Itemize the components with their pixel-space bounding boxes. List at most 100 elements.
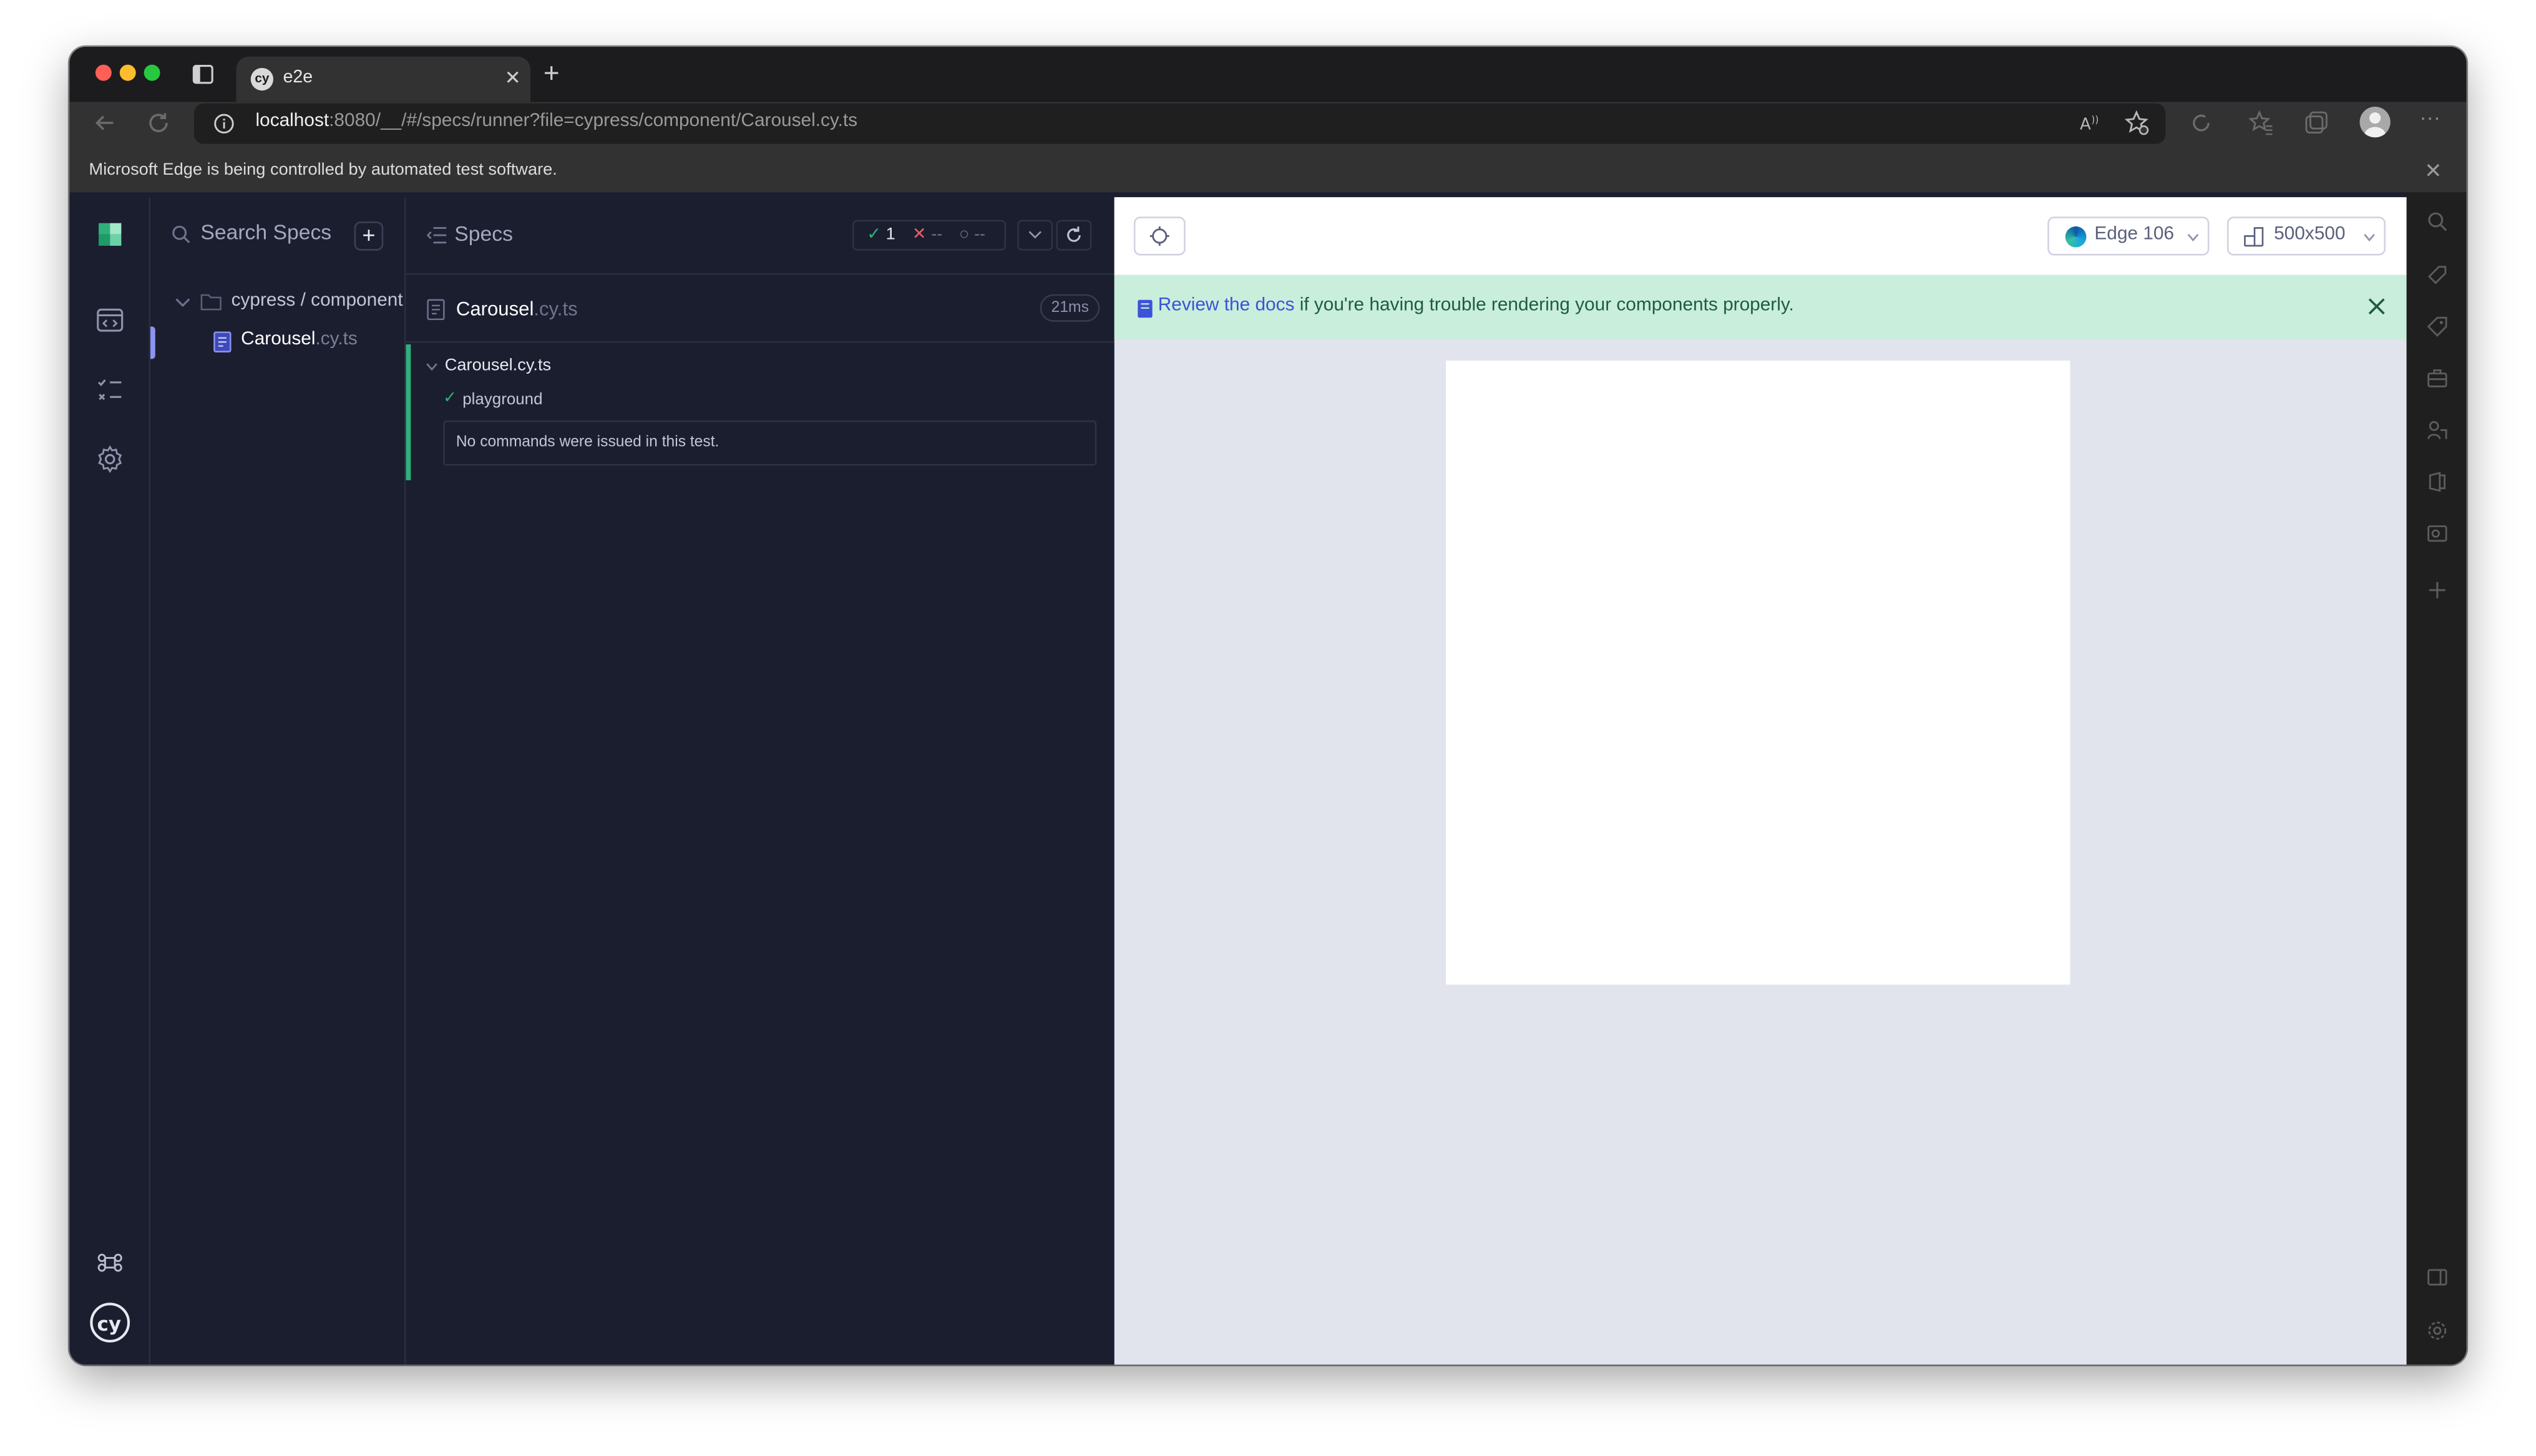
tab-actions-icon[interactable]	[192, 65, 213, 84]
chevron-down-icon	[2187, 233, 2199, 242]
sidebar-tag-icon[interactable]	[2426, 315, 2449, 337]
settings-icon[interactable]	[95, 445, 125, 474]
failed-count: ✕ --	[912, 225, 943, 244]
runs-icon[interactable]	[95, 306, 125, 335]
sidebar-hide-icon[interactable]	[2426, 1266, 2449, 1288]
specs-panel: Search Specs + cypress / component Carou…	[150, 197, 406, 1365]
component-mount-viewport	[1446, 360, 2070, 985]
tab-strip: cy e2e ✕ +	[69, 47, 2467, 102]
fail-icon: ✕	[912, 225, 927, 245]
sidebar-search-icon[interactable]	[2426, 210, 2449, 233]
spec-title-ext: .cy.ts	[534, 297, 578, 321]
favorites-icon[interactable]	[2248, 110, 2274, 135]
read-aloud-icon[interactable]: A ))	[2078, 110, 2104, 135]
close-icon[interactable]	[2366, 296, 2387, 317]
chevron-down-icon[interactable]	[426, 362, 439, 372]
svg-text:cy: cy	[97, 1313, 122, 1336]
spec-title: Carousel.cy.ts	[456, 298, 578, 320]
left-nav: cy	[69, 197, 151, 1365]
reload-icon[interactable]	[145, 110, 171, 135]
specs-list-icon[interactable]	[95, 375, 125, 404]
spec-name: Carousel	[241, 329, 316, 349]
url-path: :8080/__/#/specs/runner?file=cypress/com…	[329, 111, 858, 131]
browser-tab[interactable]: cy e2e ✕	[236, 56, 531, 102]
edge-browser-icon	[2065, 226, 2087, 248]
sidebar-settings-icon[interactable]	[2426, 1319, 2449, 1342]
tab-close-icon[interactable]: ✕	[505, 66, 521, 89]
no-commands-message: No commands were issued in this test.	[443, 420, 1097, 466]
spec-title-row: Carousel.cy.ts 21ms	[406, 275, 1114, 343]
edge-sidebar	[2406, 192, 2467, 1365]
infobar-close-icon[interactable]: ✕	[2424, 158, 2442, 184]
browser-toolbar: localhost:8080/__/#/specs/runner?file=cy…	[69, 102, 2467, 193]
url-host: localhost	[255, 111, 329, 131]
address-bar[interactable]: localhost:8080/__/#/specs/runner?file=cy…	[194, 103, 2166, 144]
viewport-label: 500x500	[2274, 225, 2346, 245]
specs-toggle-label[interactable]: Specs	[454, 221, 513, 246]
viewport-icon	[2244, 227, 2264, 247]
aut-header: Edge 106 500x500	[1114, 197, 2407, 275]
expand-collapse-button[interactable]	[1017, 220, 1053, 251]
check-icon: ✓	[443, 389, 457, 408]
search-icon	[172, 225, 190, 243]
new-tab-button[interactable]: +	[544, 59, 560, 89]
failed-value: --	[931, 225, 943, 245]
minimize-window-button[interactable]	[119, 64, 136, 81]
pending-icon: ○	[958, 225, 970, 245]
passed-count: ✓ 1	[867, 225, 895, 244]
pending-count: ○ --	[959, 225, 985, 244]
banner-text: if you're having trouble rendering your …	[1294, 296, 1794, 316]
test-title[interactable]: playground	[462, 391, 542, 409]
sidebar-shopping-icon[interactable]	[2426, 263, 2449, 286]
favorite-add-icon[interactable]	[2124, 110, 2149, 135]
reporter-panel: Specs ✓ 1 ✕ -- ○ -- Carousel.cy.ts 21ms …	[406, 197, 1114, 1365]
spec-title-name: Carousel	[456, 297, 534, 321]
url-text: localhost:8080/__/#/specs/runner?file=cy…	[256, 112, 858, 131]
search-specs-input[interactable]: Search Specs	[200, 220, 331, 244]
profile-avatar-icon	[2364, 112, 2386, 138]
passed-value: 1	[885, 225, 895, 245]
extensions-icon[interactable]	[2188, 110, 2214, 135]
browser-window: cy e2e ✕ + localhost:8080/__/#/specs/run…	[69, 47, 2467, 1365]
tab-title: e2e	[283, 67, 313, 87]
docs-banner: Review the docs if you're having trouble…	[1114, 274, 2407, 340]
svg-text:A: A	[2080, 115, 2091, 133]
browser-selector[interactable]: Edge 106	[2047, 216, 2210, 256]
sidebar-games-icon[interactable]	[2426, 419, 2449, 441]
banner-message: Review the docs if you're having trouble…	[1158, 296, 1794, 315]
suite-block: Carousel.cy.ts ✓ playground No commands …	[406, 344, 1114, 480]
spec-ext: .cy.ts	[315, 329, 358, 349]
sidebar-office-icon[interactable]	[2426, 470, 2449, 493]
close-window-button[interactable]	[95, 64, 112, 81]
test-stats: ✓ 1 ✕ -- ○ --	[852, 220, 1007, 251]
specs-toggle-icon[interactable]	[427, 226, 447, 245]
docs-book-icon	[1138, 299, 1153, 318]
collections-icon[interactable]	[2303, 110, 2329, 135]
sidebar-tools-icon[interactable]	[2426, 367, 2449, 389]
info-icon[interactable]	[213, 113, 235, 134]
folder-row-label[interactable]: cypress / component	[232, 291, 403, 311]
spec-list-item[interactable]: Carousel.cy.ts	[241, 330, 358, 349]
rerun-button[interactable]	[1056, 220, 1092, 251]
file-icon	[213, 331, 232, 353]
keyboard-shortcuts-icon[interactable]	[95, 1248, 125, 1278]
selector-playground-icon[interactable]	[1133, 216, 1186, 256]
review-docs-link[interactable]: Review the docs	[1158, 296, 1295, 315]
suite-title[interactable]: Carousel.cy.ts	[445, 356, 551, 375]
more-icon[interactable]: ···	[2419, 105, 2445, 130]
back-icon[interactable]	[92, 110, 118, 135]
cypress-cy-icon[interactable]: cy	[89, 1301, 131, 1343]
sidebar-add-icon[interactable]	[2426, 579, 2449, 601]
chevron-down-icon	[2364, 233, 2375, 242]
duration-badge: 21ms	[1040, 294, 1101, 322]
reporter-header: Specs ✓ 1 ✕ -- ○ --	[406, 197, 1114, 275]
add-spec-button[interactable]: +	[354, 221, 384, 251]
tab-favicon-icon: cy	[250, 67, 274, 91]
sidebar-outlook-icon[interactable]	[2426, 522, 2449, 545]
viewport-selector[interactable]: 500x500	[2226, 216, 2386, 256]
maximize-window-button[interactable]	[144, 64, 160, 81]
profile-avatar[interactable]	[2359, 107, 2391, 138]
automation-infobar-text: Microsoft Edge is being controlled by au…	[89, 160, 557, 180]
pending-value: --	[973, 225, 986, 245]
chevron-down-icon[interactable]	[175, 296, 191, 309]
